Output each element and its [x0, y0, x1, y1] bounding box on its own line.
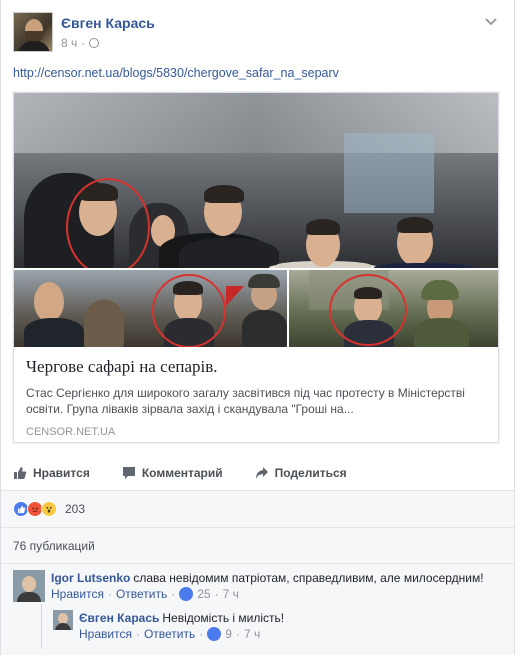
preview-image-left [14, 270, 287, 347]
comment-time[interactable]: 7 ч [223, 587, 239, 601]
wow-icon [41, 501, 57, 517]
avatar[interactable] [53, 610, 73, 630]
comment-text: Невідомість і милість! [162, 611, 285, 625]
comment-icon [122, 467, 135, 479]
shares-count[interactable]: 76 публикаций [13, 539, 95, 553]
shares-bar: 76 публикаций [1, 528, 514, 564]
author-avatar[interactable] [13, 12, 53, 52]
share-button[interactable]: Поделиться [255, 461, 347, 485]
link-preview[interactable]: Чергове сафарі на сепарів. Стас Сергієнк… [13, 92, 499, 443]
comment-reply: Євген Карась Невідомість і милість! Нрави… [53, 610, 284, 641]
like-label: Нравится [33, 466, 90, 480]
preview-text: Чергове сафарі на сепарів. Стас Сергієнк… [14, 347, 498, 442]
reactions-summary[interactable]: 203 [13, 501, 85, 517]
thumbs-up-icon [14, 467, 27, 479]
reply-thread-line [41, 604, 42, 649]
comment-like-link[interactable]: Нравится [51, 587, 104, 601]
comment-reply-link[interactable]: Ответить [144, 627, 195, 641]
comment-reply-link[interactable]: Ответить [116, 587, 167, 601]
like-icon [179, 587, 194, 601]
globe-icon [89, 38, 100, 48]
comment: Igor Lutsenko слава невідомим патріотам, … [13, 570, 484, 602]
chevron-down-icon[interactable] [484, 14, 498, 28]
like-icon [207, 627, 222, 641]
comment-text: слава невідомим патріотам, справедливим,… [133, 571, 484, 585]
comment-author[interactable]: Євген Карась [79, 611, 159, 625]
reactions-bar: 203 [1, 490, 514, 528]
comment-like-count[interactable]: 25 [197, 587, 210, 601]
comment-author[interactable]: Igor Lutsenko [51, 571, 130, 585]
comment-button[interactable]: Комментарий [122, 461, 223, 485]
post-link[interactable]: http://censor.net.ua/blogs/5830/chergove… [13, 66, 339, 80]
preview-source: CENSOR.NET.UA [26, 426, 116, 438]
post-actions: Нравится Комментарий Поделиться [13, 461, 502, 485]
share-label: Поделиться [274, 466, 347, 480]
preview-title[interactable]: Чергове сафарі на сепарів. [26, 357, 488, 377]
share-icon [255, 467, 268, 479]
author-name[interactable]: Євген Карась [61, 15, 155, 31]
comment-label: Комментарий [141, 466, 223, 480]
preview-image-right [289, 270, 498, 347]
facebook-post-card: Євген Карась 8 ч · http://censor.net.ua/… [0, 0, 515, 655]
like-button[interactable]: Нравится [13, 461, 90, 485]
post-time[interactable]: 8 ч [61, 36, 77, 50]
reactions-count[interactable]: 203 [65, 502, 85, 516]
preview-image-main [14, 93, 498, 268]
comment-actions: Нравится · Ответить · 9 · 7 ч [79, 627, 261, 641]
comments-section: Igor Lutsenko слава невідомим патріотам, … [1, 564, 514, 655]
post-header: Євген Карась 8 ч · [13, 12, 502, 56]
post-meta: 8 ч · [61, 36, 100, 50]
comment-like-count[interactable]: 9 [225, 627, 232, 641]
comment-time[interactable]: 7 ч [244, 627, 260, 641]
comment-like-link[interactable]: Нравится [79, 627, 132, 641]
preview-description: Стас Сергієнко для широкого загалу засві… [26, 386, 465, 416]
avatar[interactable] [13, 570, 45, 602]
comment-actions: Нравится · Ответить · 25 · 7 ч [51, 587, 239, 601]
